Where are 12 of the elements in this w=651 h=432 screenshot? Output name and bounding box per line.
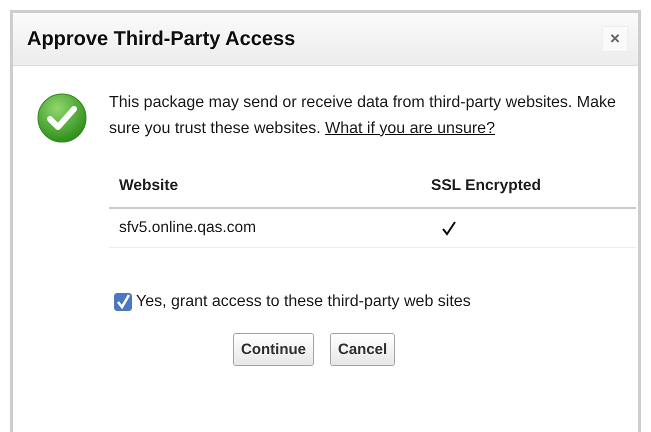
help-link[interactable]: What if you are unsure? [325, 120, 495, 136]
column-header: SSL Encrypted [421, 165, 636, 208]
continue-button[interactable]: Continue [233, 333, 314, 366]
column-header: Website [109, 165, 421, 208]
close-button[interactable]: × [602, 26, 628, 52]
checkbox-label: Yes, grant access to these third-party web sites [136, 293, 471, 311]
checkbox[interactable] [114, 293, 132, 311]
cancel-button[interactable]: Cancel [330, 333, 396, 366]
dialog-title: Approve Third-Party Access [27, 28, 296, 50]
table-cell: sfv5.online.qas.com [109, 208, 421, 248]
success-check-icon [37, 93, 87, 143]
message-text: This package may send or receive data from third-party websites. Make sure you trust these websites. What if you are unsure? [109, 93, 617, 138]
